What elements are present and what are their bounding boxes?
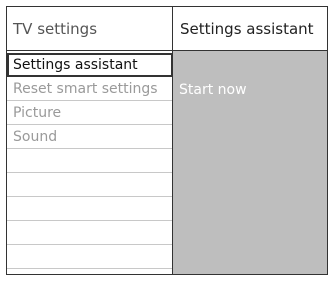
header-bar: TV settings Settings assistant — [7, 7, 327, 51]
menu-item-settings-assistant[interactable]: Settings assistant — [7, 53, 173, 77]
menu-item-empty — [7, 197, 172, 221]
tv-settings-window: TV settings Settings assistant Settings … — [6, 6, 328, 275]
menu-item-sound[interactable]: Sound — [7, 125, 172, 149]
start-now-option[interactable]: Start now — [179, 82, 247, 98]
menu-item-picture[interactable]: Picture — [7, 101, 172, 125]
menu-item-empty — [7, 245, 172, 269]
menu-item-empty — [7, 149, 172, 173]
submenu-title: Settings assistant — [180, 19, 314, 38]
menu-item-empty — [7, 173, 172, 197]
menu-item-reset-smart-settings[interactable]: Reset smart settings — [7, 77, 172, 101]
menu-item-empty — [7, 221, 172, 245]
submenu-panel: Start now — [173, 51, 327, 274]
menu-title: TV settings — [7, 7, 173, 50]
settings-menu: Settings assistant Reset smart settings … — [7, 51, 173, 274]
